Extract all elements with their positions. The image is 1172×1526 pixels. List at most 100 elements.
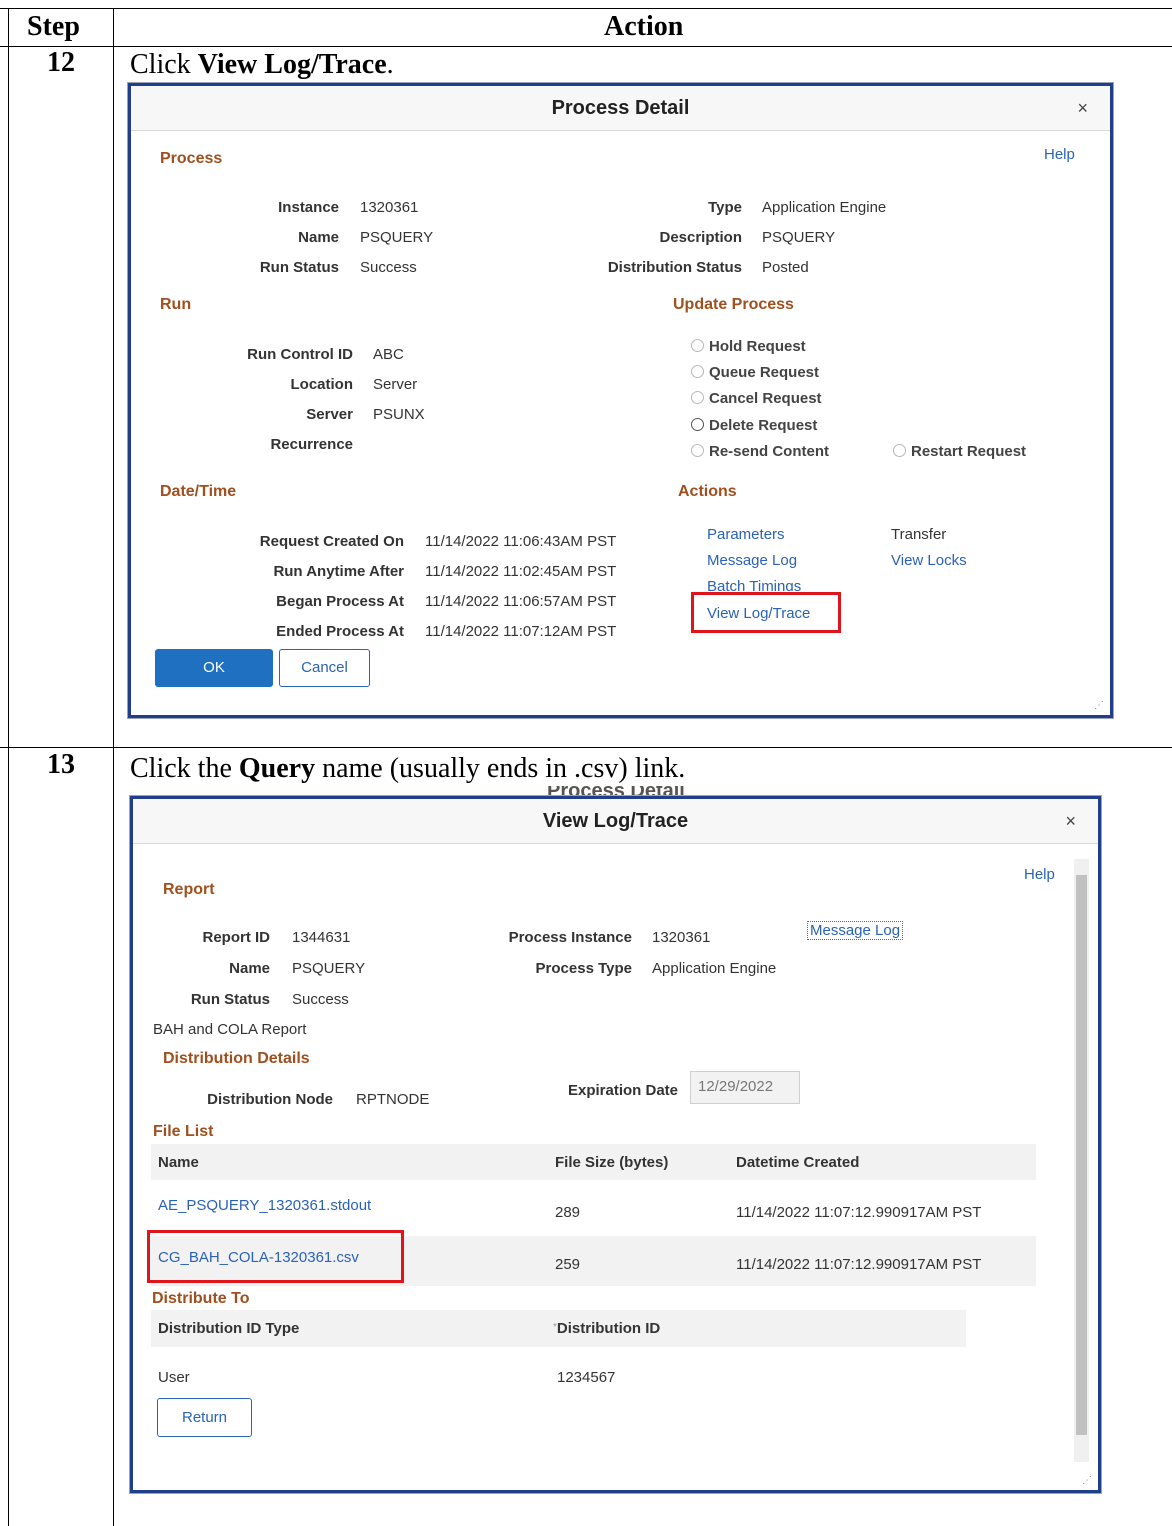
run-control-id-label: Run Control ID (247, 346, 353, 363)
distribution-id-type-column-header: Distribution ID Type (158, 1320, 300, 1337)
step-number-13: 13 (47, 749, 75, 780)
process-detail-dialog: Process Detail × Help Process Instance 1… (128, 83, 1113, 718)
description-label: Description (659, 229, 742, 246)
parameters-link[interactable]: Parameters (707, 526, 785, 543)
began-process-value: 11/14/2022 11:06:57AM PST (425, 593, 617, 610)
help-link[interactable]: Help (1024, 866, 1055, 883)
process-type-value: Application Engine (652, 960, 777, 977)
location-label: Location (290, 376, 354, 393)
cancel-button[interactable]: Cancel (279, 649, 370, 687)
expiration-date-label: Expiration Date (567, 1082, 678, 1099)
table-border-top (0, 8, 1172, 9)
expiration-date-field[interactable]: 12/29/2022 (690, 1071, 800, 1104)
radio-hold-request[interactable]: Hold Request (691, 338, 806, 355)
radio-resend-content[interactable]: Re-send Content (691, 443, 829, 460)
dialog-titlebar: View Log/Trace × (133, 799, 1098, 844)
highlight-box (691, 592, 841, 633)
process-instance-value: 1320361 (652, 929, 711, 946)
distribution-node-label: Distribution Node (207, 1091, 333, 1108)
message-log-link[interactable]: Message Log (707, 552, 797, 569)
radio-delete-request[interactable]: Delete Request (691, 417, 817, 434)
close-icon[interactable]: × (1077, 86, 1088, 130)
process-type-label: Process Type (535, 960, 632, 977)
ended-process-label: Ended Process At (276, 623, 404, 640)
help-link[interactable]: Help (1044, 146, 1075, 163)
report-id-value: 1344631 (292, 929, 351, 946)
resize-grip-icon[interactable]: ⋰ (1094, 700, 1104, 711)
resize-grip-icon[interactable]: ⋰ (1082, 1475, 1092, 1486)
location-value: Server (373, 376, 418, 393)
report-section-heading: Report (163, 881, 215, 898)
dialog-titlebar: Process Detail × (131, 86, 1110, 131)
recurrence-label: Recurrence (270, 436, 353, 453)
request-created-label: Request Created On (259, 533, 404, 550)
file-link-stdout[interactable]: AE_PSQUERY_1320361.stdout (158, 1197, 371, 1214)
close-icon[interactable]: × (1065, 799, 1076, 843)
server-value: PSUNX (373, 406, 425, 423)
file-created-value: 11/14/2022 11:07:12.990917AM PST (736, 1256, 982, 1273)
table-border-left (8, 8, 9, 1526)
distribution-node-value: RPTNODE (356, 1091, 430, 1108)
run-status-value: Success (360, 259, 417, 276)
report-description: BAH and COLA Report (153, 1021, 307, 1038)
distribution-status-value: Posted (762, 259, 809, 276)
distribute-to-heading: Distribute To (152, 1290, 250, 1307)
process-section-heading: Process (160, 150, 223, 167)
step-column-header: Step (27, 11, 80, 42)
radio-restart-request[interactable]: Restart Request (893, 443, 1026, 460)
step-13-instruction: Click the Query name (usually ends in .c… (130, 753, 686, 784)
run-status-value: Success (292, 991, 349, 1008)
table-row-divider (0, 747, 1172, 748)
return-button[interactable]: Return (157, 1398, 252, 1437)
run-section-heading: Run (160, 296, 192, 313)
file-size-column-header: File Size (bytes) (555, 1154, 669, 1171)
file-size-value: 289 (555, 1204, 581, 1221)
update-process-section-heading: Update Process (673, 296, 794, 313)
run-anytime-value: 11/14/2022 11:02:45AM PST (425, 563, 617, 580)
name-value: PSQUERY (292, 960, 366, 977)
table-column-divider (113, 8, 114, 1526)
scrollbar-thumb[interactable] (1076, 875, 1087, 1435)
file-list-heading: File List (153, 1123, 214, 1140)
ok-button[interactable]: OK (155, 649, 273, 687)
file-created-value: 11/14/2022 11:07:12.990917AM PST (736, 1204, 982, 1221)
run-status-label: Run Status (259, 259, 339, 276)
run-status-label: Run Status (190, 991, 270, 1008)
table-header-divider (0, 46, 1172, 47)
run-anytime-label: Run Anytime After (273, 563, 404, 580)
dialog-title: View Log/Trace (542, 810, 689, 832)
step-number-12: 12 (47, 47, 75, 78)
message-log-link[interactable]: Message Log (807, 921, 904, 940)
datetime-created-column-header: Datetime Created (736, 1154, 860, 1171)
server-label: Server (306, 406, 353, 423)
name-label: Name (229, 960, 270, 977)
distribution-id-value: 1234567 (557, 1369, 616, 1386)
step-12-instruction: Click View Log/Trace. (130, 49, 394, 80)
vertical-scrollbar[interactable] (1074, 859, 1089, 1462)
began-process-label: Began Process At (276, 593, 404, 610)
distribution-status-label: Distribution Status (607, 259, 742, 276)
highlight-box (147, 1230, 404, 1283)
report-id-label: Report ID (202, 929, 271, 946)
instance-value: 1320361 (360, 199, 419, 216)
type-label: Type (708, 199, 742, 216)
request-created-value: 11/14/2022 11:06:43AM PST (425, 533, 617, 550)
view-log-trace-dialog: View Log/Trace × Help Report Report ID 1… (130, 796, 1101, 1493)
distribution-details-heading: Distribution Details (163, 1050, 310, 1067)
background-dialog-title: Process Detail (547, 786, 685, 796)
instance-label: Instance (278, 199, 339, 216)
run-control-id-value: ABC (373, 346, 404, 363)
transfer-text: Transfer (891, 526, 947, 543)
distribution-id-type-value: User (158, 1369, 190, 1386)
actions-section-heading: Actions (678, 483, 737, 500)
name-label: Name (298, 229, 339, 246)
view-locks-link[interactable]: View Locks (891, 552, 967, 569)
action-column-header: Action (604, 11, 684, 42)
type-value: Application Engine (762, 199, 887, 216)
ended-process-value: 11/14/2022 11:07:12AM PST (425, 623, 617, 640)
radio-cancel-request[interactable]: Cancel Request (691, 390, 822, 407)
name-value: PSQUERY (360, 229, 434, 246)
process-instance-label: Process Instance (508, 929, 632, 946)
radio-queue-request[interactable]: Queue Request (691, 364, 819, 381)
batch-timings-link[interactable]: Batch Timings (707, 578, 801, 591)
